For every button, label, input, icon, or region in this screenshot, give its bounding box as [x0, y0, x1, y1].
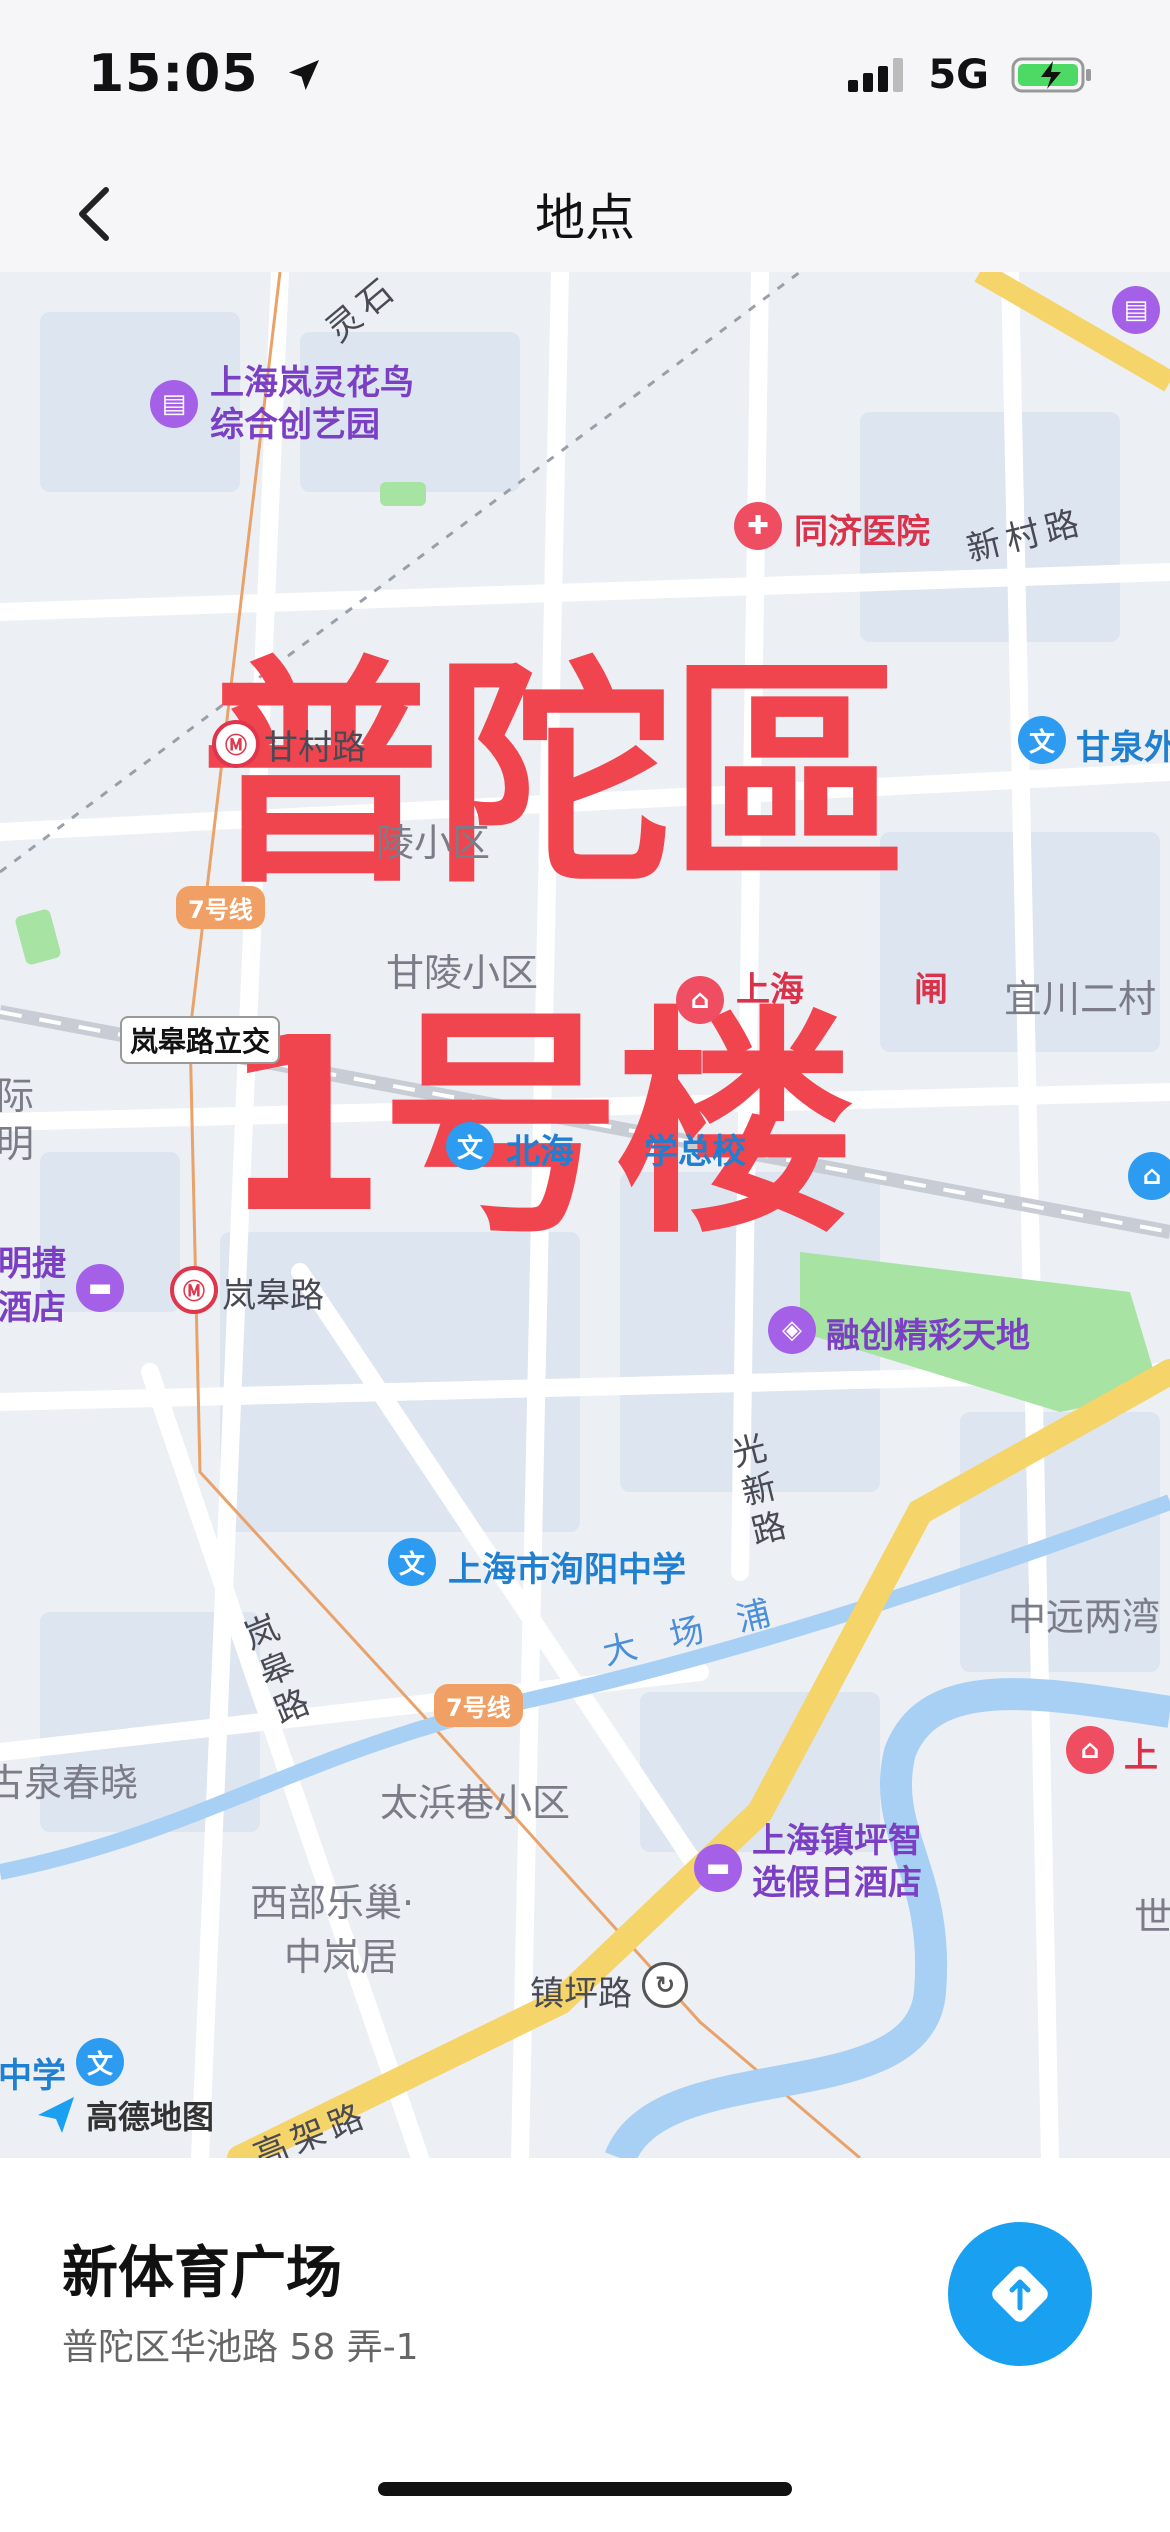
metro-station-north[interactable]: 甘村路: [264, 720, 366, 769]
shopping-bag-icon[interactable]: ◈: [768, 1306, 816, 1354]
cellular-signal-icon: [848, 58, 904, 92]
metro-station-icon[interactable]: Ⓜ: [212, 720, 260, 768]
area-xibu: 西部乐巢· 中岚居: [250, 1881, 415, 1979]
metro-line-badge: 7号线: [176, 886, 265, 929]
poi-mingjie-hotel[interactable]: 明捷 酒店: [0, 1242, 66, 1330]
school-icon[interactable]: 文: [1018, 716, 1066, 764]
shop-icon[interactable]: ▤: [150, 380, 198, 428]
map-view[interactable]: 普陀區 1号楼 ▤ 上海岚灵花鸟 综合创艺园 ✚ 同济医院 ▤ 新村路 灵石 文…: [0, 272, 1170, 2158]
poi-rongchuang[interactable]: 融创精彩天地: [826, 1308, 1030, 1357]
place-address: 普陀区华池路 58 弄-1: [62, 2327, 419, 2368]
poi-tongji-hospital[interactable]: 同济医院: [794, 504, 930, 553]
poi-shanghai-right[interactable]: 上: [1124, 1728, 1158, 1777]
station-zhenping[interactable]: 镇坪路: [530, 1966, 632, 2015]
museum-icon[interactable]: ⌂: [1066, 1726, 1114, 1774]
area-zhongyuan: 中远两湾: [1008, 1595, 1161, 1639]
location-arrow-icon: [288, 60, 319, 90]
area-quanchun: 古泉春晓: [0, 1761, 139, 1805]
poi-ganquan-school[interactable]: 甘泉外: [1076, 720, 1170, 769]
shop-icon[interactable]: ▤: [1112, 286, 1160, 334]
home-indicator: [378, 2482, 792, 2496]
amap-logo-icon: [38, 2097, 74, 2133]
network-type: 5G: [928, 52, 989, 98]
navigation-bar: 地点: [0, 150, 1170, 272]
landmark-icon[interactable]: ⌂: [676, 976, 724, 1024]
metro-station-icon[interactable]: Ⓜ: [170, 1266, 218, 1314]
school-icon[interactable]: 文: [76, 2038, 124, 2086]
area-taibin: 太浜巷小区: [380, 1781, 571, 1825]
school-icon[interactable]: ⌂: [1128, 1152, 1170, 1200]
area-ganling-2: 甘陵小区: [386, 951, 539, 995]
poi-shanghai-zhaja[interactable]: 上海闸: [736, 970, 948, 1010]
place-name: 新体育广场: [62, 2241, 342, 2306]
poi-zhenping-hotel[interactable]: 上海镇坪智 选假日酒店: [752, 1820, 922, 1904]
hotel-icon[interactable]: ▬: [694, 1844, 742, 1892]
interchange-icon[interactable]: ↻: [642, 1962, 688, 2008]
area-ganling: 陵小区: [376, 821, 491, 865]
metro-line-badge: 7号线: [434, 1684, 523, 1727]
poi-beihai-school[interactable]: 北海 学总校: [506, 1124, 746, 1173]
area-shi: 世: [1134, 1895, 1170, 1939]
poi-middle-school-left[interactable]: 中学: [0, 2048, 66, 2097]
page-title: 地点: [535, 189, 635, 247]
area-yichuan: 宜川二村: [1004, 977, 1157, 1021]
navigate-button[interactable]: [948, 2222, 1092, 2366]
hospital-icon[interactable]: ✚: [734, 502, 782, 550]
poi-xunyang-school[interactable]: 上海市洵阳中学: [448, 1542, 686, 1591]
status-bar: 15:05 5G: [0, 0, 1170, 150]
amap-logo: 高德地图: [34, 2092, 214, 2138]
school-icon[interactable]: 文: [388, 1538, 436, 1586]
school-icon[interactable]: 文: [446, 1122, 494, 1170]
battery-charging-icon: [1011, 57, 1091, 93]
area-edge-left: 际 明: [0, 1074, 35, 1166]
hotel-icon[interactable]: ▬: [76, 1264, 124, 1312]
place-sheet: 新体育广场 普陀区华池路 58 弄-1: [0, 2158, 1170, 2532]
poi-lanling[interactable]: 上海岚灵花鸟 综合创艺园: [210, 362, 414, 446]
navigation-route-icon: [992, 2266, 1048, 2322]
interchange-label: 岚皋路立交: [120, 1016, 281, 1064]
status-time: 15:05: [88, 44, 324, 104]
metro-station-langao[interactable]: 岚皋路: [222, 1268, 324, 1317]
